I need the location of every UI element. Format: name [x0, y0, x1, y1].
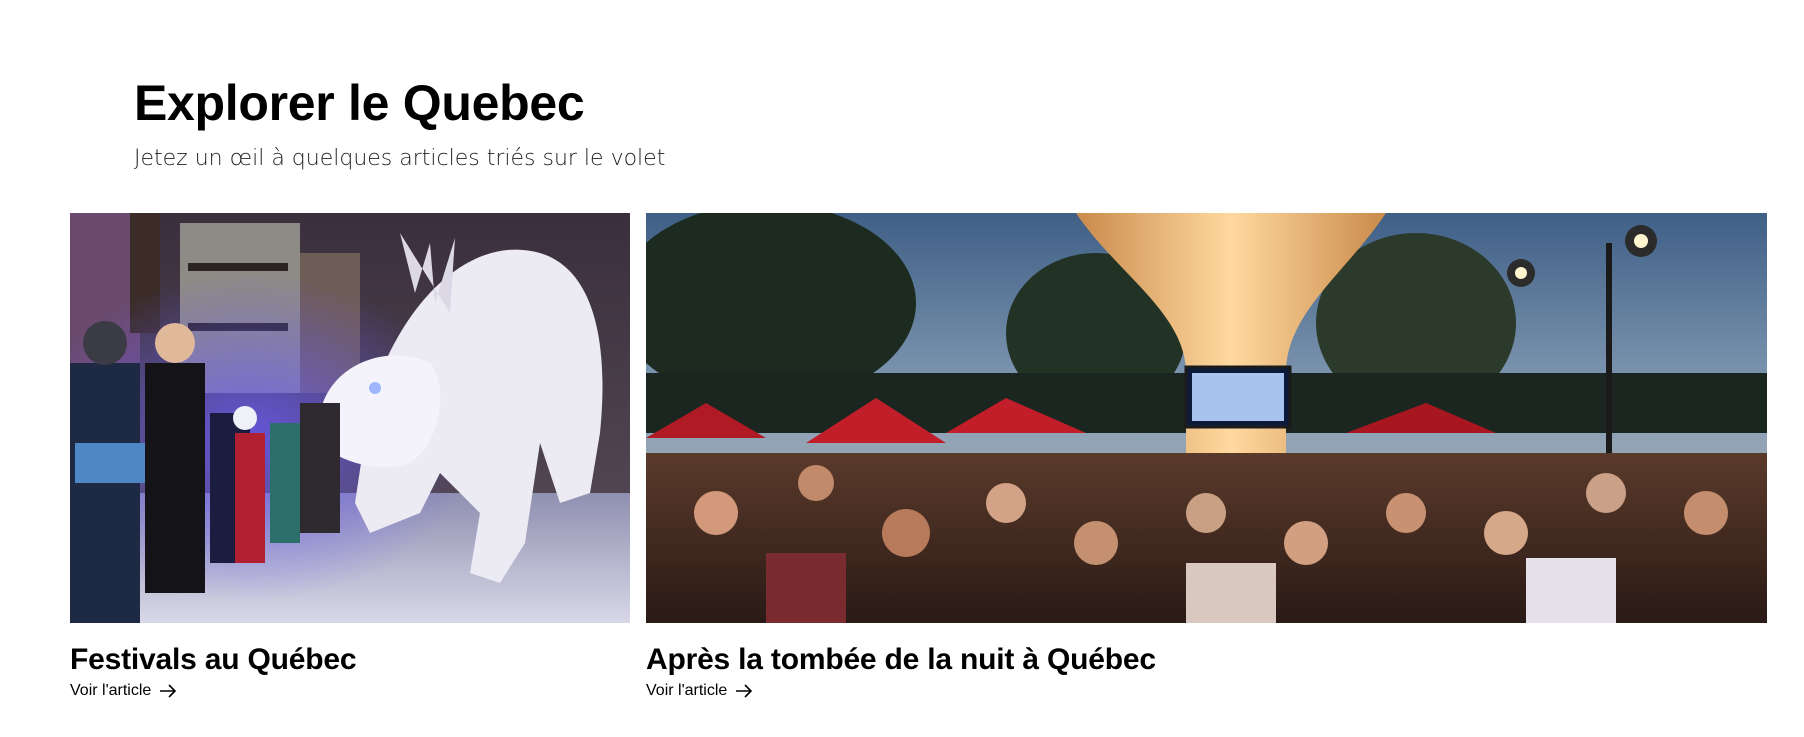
- night-terrace-crowd-photo[interactable]: [646, 213, 1767, 623]
- arrow-right-icon: [735, 684, 753, 698]
- festival-lion-photo[interactable]: [70, 213, 630, 623]
- article-title[interactable]: Festivals au Québec: [70, 640, 357, 680]
- article-card-festivals[interactable]: Festivals au Québec Voir l'article: [70, 213, 630, 699]
- view-article-link[interactable]: Voir l'article: [646, 679, 753, 703]
- arrow-right-icon: [159, 684, 177, 698]
- section-title: Explorer le Quebec: [134, 75, 585, 131]
- section-subtitle: Jetez un œil à quelques articles triés s…: [134, 146, 666, 171]
- view-article-label: Voir l'article: [646, 682, 728, 699]
- explore-quebec-section: Explorer le Quebec Jetez un œil à quelqu…: [0, 0, 1804, 737]
- article-title[interactable]: Après la tombée de la nuit à Québec: [646, 640, 1156, 680]
- article-card-nightlife[interactable]: Après la tombée de la nuit à Québec Voir…: [646, 213, 1767, 699]
- view-article-link[interactable]: Voir l'article: [70, 679, 177, 703]
- view-article-label: Voir l'article: [70, 682, 152, 699]
